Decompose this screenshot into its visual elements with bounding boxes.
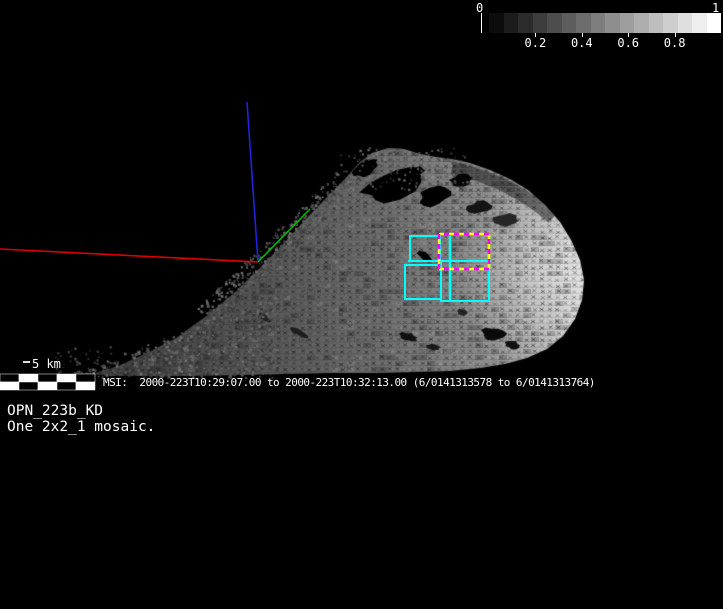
colorbar-step xyxy=(692,13,707,33)
scale-bar-label: 5 km xyxy=(32,357,61,371)
x-axis-line xyxy=(0,248,259,263)
scale-bar-cell xyxy=(18,373,39,383)
selected-footprint-dash-yellow xyxy=(437,232,491,271)
colorbar-step xyxy=(648,13,663,33)
scale-bar-cell xyxy=(37,381,58,391)
colorbar-min-label: 0 xyxy=(476,1,484,15)
colorbar-step xyxy=(489,13,504,33)
colorbar-step xyxy=(503,13,518,33)
colorbar-step xyxy=(518,13,533,33)
scale-bar-cell xyxy=(0,381,20,391)
scale-bar-cell xyxy=(37,373,58,383)
colorbar-tick-label: 0.4 xyxy=(570,36,593,50)
colorbar-step xyxy=(532,13,547,33)
colorbar-tick-label: 0.6 xyxy=(617,36,640,50)
colorbar-step xyxy=(590,13,605,33)
scale-bar-cell xyxy=(75,373,96,383)
colorbar: 0 1 0.2 0.4 0.6 0.8 xyxy=(0,0,723,52)
colorbar-step xyxy=(677,13,692,33)
scale-bar-cell xyxy=(0,373,20,383)
colorbar-step xyxy=(605,13,620,33)
colorbar-zero-tick xyxy=(481,13,482,33)
scale-bar-cell xyxy=(75,381,96,391)
axes-triad xyxy=(0,101,311,263)
scale-bar-cell xyxy=(56,381,77,391)
scale-bar-cell xyxy=(18,381,39,391)
scale-bar-cell xyxy=(56,373,77,383)
colorbar-step xyxy=(576,13,591,33)
colorbar-step xyxy=(619,13,634,33)
colorbar-tick-label: 0.2 xyxy=(524,36,547,50)
sequence-id: OPN_223b_KD xyxy=(7,403,104,419)
colorbar-step xyxy=(706,13,721,33)
y-axis-line xyxy=(257,208,311,263)
colorbar-step xyxy=(663,13,678,33)
msi-footprints xyxy=(404,232,491,302)
msi-footprint-rect xyxy=(404,264,442,300)
z-axis-line xyxy=(246,101,259,263)
msi-footprint-rect xyxy=(409,235,441,262)
colorbar-gradient xyxy=(489,13,721,33)
mosaic-description: One 2x2_1 mosaic. xyxy=(7,419,156,435)
colorbar-step xyxy=(561,13,576,33)
viewer-viewport[interactable]: 0 1 0.2 0.4 0.6 0.8 5 km MSI: 2000-223T10:2… xyxy=(0,0,723,609)
colorbar-step xyxy=(634,13,649,33)
msi-footprint-rect xyxy=(440,260,490,302)
scene-overlay xyxy=(0,101,491,391)
colorbar-tick-label: 0.8 xyxy=(663,36,686,50)
scale-bar-tick xyxy=(23,361,30,363)
colorbar-step xyxy=(547,13,562,33)
status-line: MSI: 2000-223T10:29:07.00 to 2000-223T10… xyxy=(103,376,595,389)
selected-footprint-dash-magenta xyxy=(437,232,491,271)
